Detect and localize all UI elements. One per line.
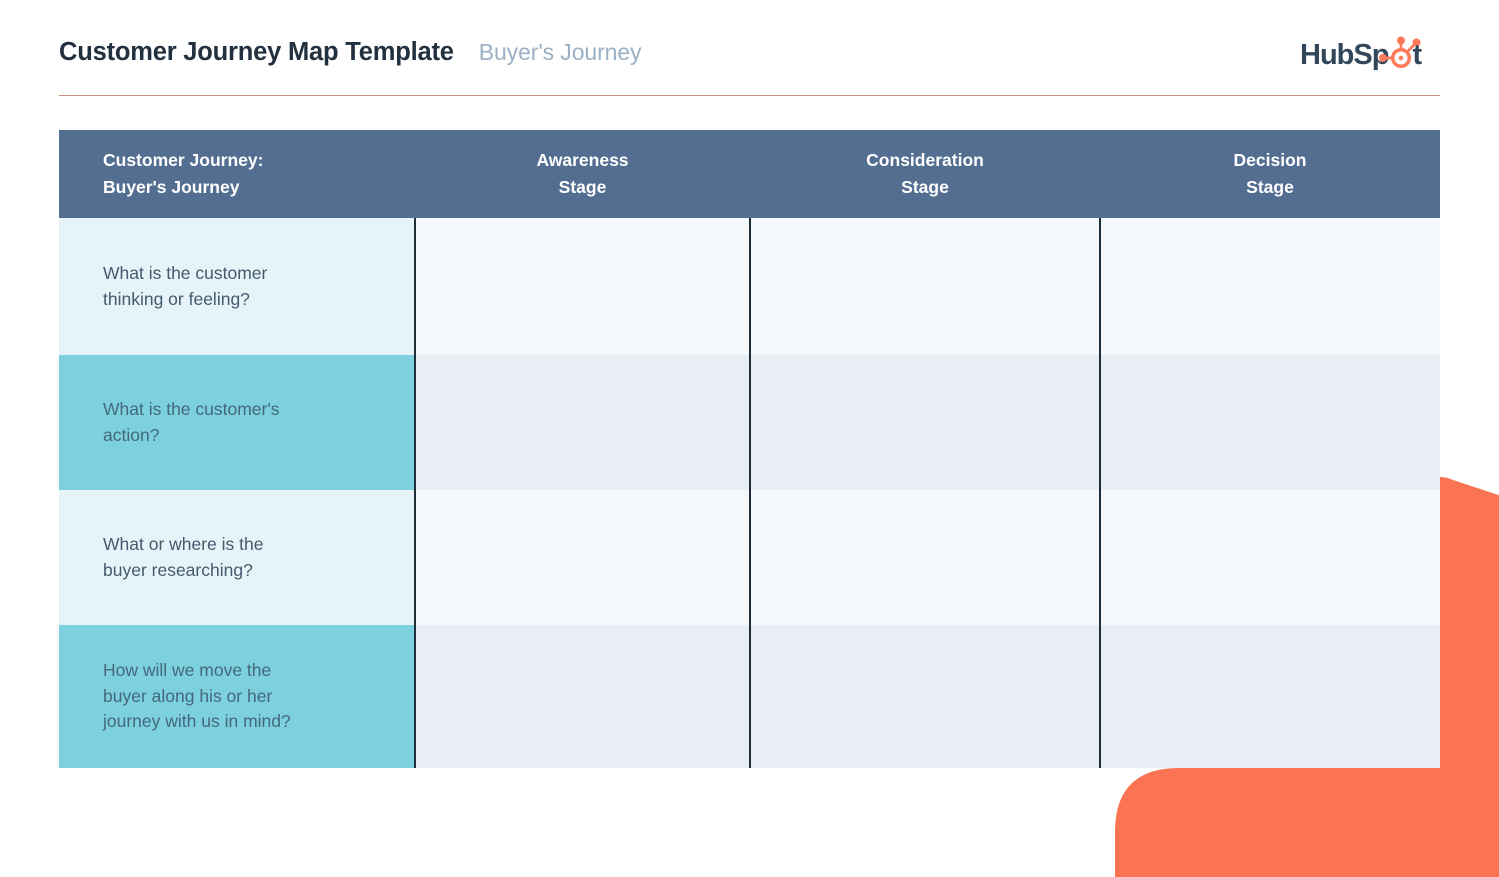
- column-header-decision-line1: Decision: [1233, 149, 1307, 170]
- row-label-line: journey with us in mind?: [103, 711, 291, 732]
- row-label-line: action?: [103, 424, 160, 445]
- row-label-line: buyer along his or her: [103, 685, 273, 706]
- column-header-consideration-line2: Stage: [901, 177, 949, 197]
- column-header-label: Customer Journey: Buyer's Journey: [59, 130, 415, 218]
- cell-action-awareness[interactable]: [414, 355, 750, 490]
- row-label-move-buyer-along: How will we move the buyer along his or …: [59, 625, 415, 768]
- page-header: Customer Journey Map Template Buyer's Jo…: [0, 0, 1499, 97]
- row-label-customer-action: What is the customer's action?: [59, 355, 415, 490]
- column-header-label-line1: Customer Journey:: [103, 149, 264, 170]
- column-header-decision: Decision Stage: [1100, 130, 1440, 218]
- page-subtitle: Buyer's Journey: [478, 39, 642, 65]
- header-divider-rule: [59, 95, 1440, 96]
- cell-move-decision[interactable]: [1099, 625, 1440, 768]
- column-header-consideration-line1: Consideration: [866, 149, 984, 170]
- column-header-label-line2: Buyer's Journey: [103, 177, 240, 197]
- hubspot-wordmark-left: HubSp: [1300, 39, 1389, 71]
- column-header-decision-line2: Stage: [1246, 177, 1294, 197]
- hubspot-wordmark-right: t: [1413, 39, 1423, 71]
- column-header-consideration: Consideration Stage: [750, 130, 1100, 218]
- table-row: What or where is the buyer researching?: [59, 490, 1440, 625]
- column-header-awareness-line1: Awareness: [536, 149, 629, 170]
- title-group: Customer Journey Map Template Buyer's Jo…: [59, 38, 642, 67]
- row-label-line: What is the customer: [103, 262, 268, 283]
- row-label-line: How will we move the: [103, 659, 272, 680]
- cell-move-awareness[interactable]: [414, 625, 750, 768]
- table-row: How will we move the buyer along his or …: [59, 625, 1440, 768]
- cell-action-consideration[interactable]: [749, 355, 1100, 490]
- cell-thinking-consideration[interactable]: [749, 218, 1100, 355]
- cell-move-consideration[interactable]: [749, 625, 1100, 768]
- cell-action-decision[interactable]: [1099, 355, 1440, 490]
- cell-researching-awareness[interactable]: [414, 490, 750, 625]
- customer-journey-table: Customer Journey: Buyer's Journey Awaren…: [59, 130, 1440, 768]
- row-label-line: buyer researching?: [103, 559, 253, 580]
- row-label-buyer-researching: What or where is the buyer researching?: [59, 490, 415, 625]
- cell-thinking-decision[interactable]: [1099, 218, 1440, 355]
- cell-researching-decision[interactable]: [1099, 490, 1440, 625]
- row-label-line: What is the customer's: [103, 398, 280, 419]
- row-label-line: What or where is the: [103, 533, 264, 554]
- column-header-awareness: Awareness Stage: [415, 130, 750, 218]
- column-header-awareness-line2: Stage: [558, 177, 607, 197]
- table-row: What is the customer's action?: [59, 355, 1440, 490]
- cell-thinking-awareness[interactable]: [414, 218, 750, 355]
- row-label-thinking-feeling: What is the customer thinking or feeling…: [59, 218, 415, 355]
- hubspot-logo: HubSp t: [1300, 36, 1424, 71]
- cell-researching-consideration[interactable]: [749, 490, 1100, 625]
- table-header-row: Customer Journey: Buyer's Journey Awaren…: [59, 130, 1440, 218]
- page-title: Customer Journey Map Template: [59, 38, 454, 66]
- table-row: What is the customer thinking or feeling…: [59, 218, 1440, 355]
- row-label-line: thinking or feeling?: [103, 288, 250, 309]
